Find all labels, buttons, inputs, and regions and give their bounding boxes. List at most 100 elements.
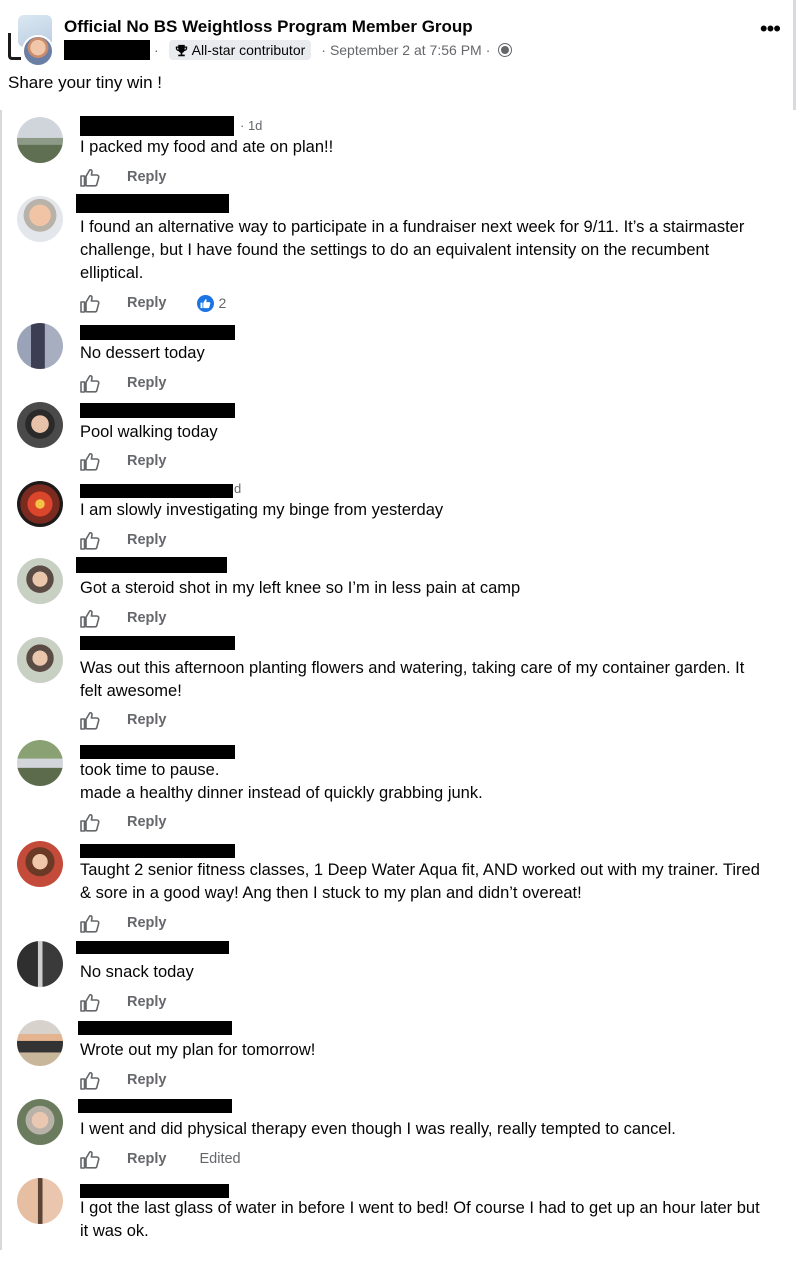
post-header: Official No BS Weightloss Program Member… — [0, 0, 796, 110]
comment-text: I packed my food and ate on plan!! — [80, 138, 334, 156]
comment-text: Wrote out my plan for tomorrow! — [80, 1041, 316, 1059]
reply-button[interactable]: Reply — [127, 915, 167, 931]
comment-actions: Reply Edited — [80, 1149, 241, 1169]
comment-text: I got the last glass of water in before … — [80, 1199, 760, 1240]
redacted-commenter-name — [80, 325, 235, 340]
like-icon[interactable] — [80, 914, 100, 933]
avatar[interactable] — [17, 117, 63, 163]
redacted-commenter-name — [76, 557, 227, 573]
reply-button[interactable]: Reply — [127, 1072, 167, 1088]
comment-actions: Reply 2 — [80, 293, 226, 313]
avatar[interactable] — [17, 1020, 63, 1066]
redacted-commenter-name — [80, 844, 235, 858]
comment-text: Pool walking today — [80, 423, 218, 441]
comment-age[interactable]: · 1d — [240, 118, 262, 133]
redacted-commenter-name — [80, 484, 233, 498]
comment-actions: Reply — [80, 167, 167, 187]
like-icon[interactable] — [80, 813, 100, 832]
comment-text: I found an alternative way to participat… — [80, 218, 745, 282]
reply-button[interactable]: Reply — [127, 532, 167, 548]
reply-button[interactable]: Reply — [127, 814, 167, 830]
comment-actions: Reply — [80, 992, 167, 1012]
comment-text-line-1: took time to pause. — [80, 761, 220, 779]
post-timestamp[interactable]: September 2 at 7:56 PM — [330, 42, 482, 58]
redacted-commenter-name — [80, 1184, 229, 1198]
more-options-icon[interactable]: ••• — [760, 18, 781, 40]
like-icon[interactable] — [80, 609, 100, 628]
comment-text: Got a steroid shot in my left knee so I’… — [80, 579, 521, 597]
like-icon[interactable] — [80, 452, 100, 471]
separator-dot: · — [154, 42, 159, 58]
group-avatar[interactable] — [8, 15, 54, 67]
avatar[interactable] — [17, 941, 63, 987]
comment-text: Taught 2 senior fitness classes, 1 Deep … — [80, 861, 760, 902]
comment-text: I am slowly investigating my binge from … — [80, 501, 444, 519]
redacted-commenter-name — [78, 1021, 232, 1035]
avatar[interactable] — [17, 841, 63, 887]
comment-age[interactable]: d — [234, 481, 241, 496]
like-icon[interactable] — [80, 1071, 100, 1090]
like-icon[interactable] — [80, 168, 100, 187]
reply-button[interactable]: Reply — [127, 712, 167, 728]
comment-actions: Reply — [80, 913, 167, 933]
reaction-summary[interactable]: 2 — [196, 294, 227, 312]
reply-button[interactable]: Reply — [127, 453, 167, 469]
redacted-commenter-name — [78, 1099, 232, 1113]
reply-button[interactable]: Reply — [127, 295, 167, 311]
group-name[interactable]: Official No BS Weightloss Program Member… — [64, 17, 473, 37]
comment-actions: Reply — [80, 373, 167, 393]
redacted-commenter-name — [80, 116, 234, 136]
reply-button[interactable]: Reply — [127, 610, 167, 626]
thread-divider — [0, 110, 2, 1250]
reply-button[interactable]: Reply — [127, 375, 167, 391]
separator-dot: · — [485, 42, 491, 58]
like-icon[interactable] — [80, 711, 100, 730]
comment-actions: Reply — [80, 451, 167, 471]
reply-button[interactable]: Reply — [127, 1151, 167, 1167]
comment-text: Was out this afternoon planting flowers … — [80, 659, 745, 700]
redacted-commenter-name — [76, 941, 229, 954]
badge-label: All-star contributor — [191, 42, 306, 58]
group-logo-mark — [8, 33, 21, 60]
avatar[interactable] — [17, 402, 63, 448]
trophy-icon — [175, 44, 187, 56]
post-meta: · All-star contributor · September 2 at … — [64, 40, 513, 60]
avatar[interactable] — [17, 196, 63, 242]
separator-dot: · — [321, 42, 326, 58]
comment-text: No dessert today — [80, 344, 205, 362]
redacted-commenter-name — [80, 745, 235, 759]
reply-button[interactable]: Reply — [127, 169, 167, 185]
redacted-commenter-name — [76, 194, 229, 213]
like-icon[interactable] — [80, 374, 100, 393]
reply-button[interactable]: Reply — [127, 994, 167, 1010]
like-icon[interactable] — [80, 531, 100, 550]
reaction-count: 2 — [218, 295, 227, 311]
like-icon[interactable] — [80, 294, 100, 313]
avatar[interactable] — [17, 323, 63, 369]
all-star-badge[interactable]: All-star contributor — [168, 40, 312, 60]
redacted-commenter-name — [80, 403, 235, 418]
comment-text-line-2: made a healthy dinner instead of quickly… — [80, 784, 483, 802]
avatar[interactable] — [17, 637, 63, 683]
avatar[interactable] — [17, 1178, 63, 1224]
comment-text: No snack today — [80, 963, 194, 981]
like-icon[interactable] — [80, 1150, 100, 1169]
avatar[interactable] — [17, 481, 63, 527]
edited-label[interactable]: Edited — [200, 1151, 241, 1167]
comment-actions: Reply — [80, 608, 167, 628]
audience-icon[interactable] — [498, 43, 513, 57]
comment-actions: Reply — [80, 812, 167, 832]
like-reaction-icon — [196, 294, 214, 312]
like-icon[interactable] — [80, 993, 100, 1012]
comment-actions: Reply — [80, 1070, 167, 1090]
comment-actions: Reply — [80, 710, 167, 730]
comment-actions: Reply — [80, 530, 167, 550]
author-avatar — [22, 35, 54, 67]
redacted-commenter-name — [80, 636, 235, 650]
avatar[interactable] — [17, 1099, 63, 1145]
post-text: Share your tiny win ! — [8, 73, 163, 92]
avatar[interactable] — [17, 740, 63, 786]
redacted-author-name — [64, 40, 150, 60]
comment-text: I went and did physical therapy even tho… — [80, 1120, 676, 1138]
avatar[interactable] — [17, 558, 63, 604]
